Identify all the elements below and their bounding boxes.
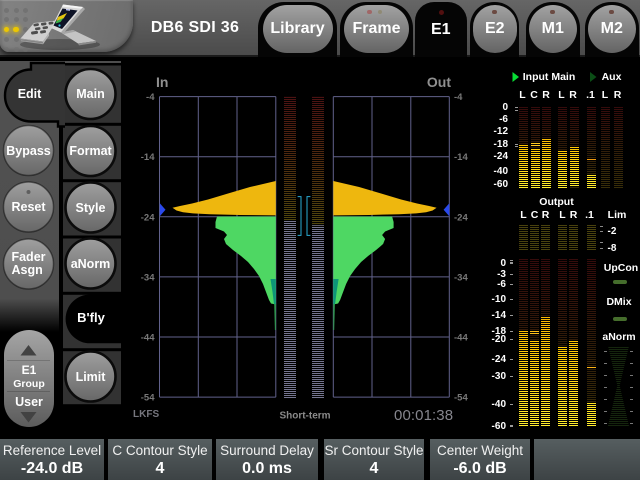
svg-text:-54: -54 xyxy=(454,393,468,404)
svg-text:Short-term: Short-term xyxy=(279,411,330,422)
svg-text:-14: -14 xyxy=(454,152,468,163)
svg-text:-4: -4 xyxy=(146,92,155,103)
svg-text:-34: -34 xyxy=(141,272,155,283)
svg-text:-24: -24 xyxy=(454,212,468,223)
svg-text:-24: -24 xyxy=(141,212,155,223)
svg-text:Out: Out xyxy=(427,74,451,90)
svg-text:-14: -14 xyxy=(141,152,155,163)
svg-text:-4: -4 xyxy=(454,92,463,103)
svg-text:LKFS: LKFS xyxy=(133,409,159,420)
svg-text:-34: -34 xyxy=(454,272,468,283)
svg-text:00:01:38: 00:01:38 xyxy=(394,407,453,424)
svg-text:-44: -44 xyxy=(454,333,468,344)
svg-text:In: In xyxy=(156,74,168,90)
svg-text:-44: -44 xyxy=(141,333,155,344)
svg-text:-54: -54 xyxy=(141,393,155,404)
